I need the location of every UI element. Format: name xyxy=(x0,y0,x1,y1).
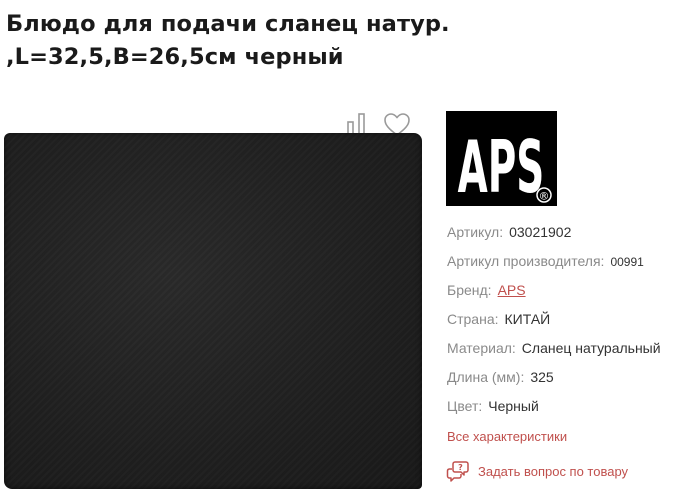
spec-value: Сланец натуральный xyxy=(521,340,661,356)
brand-logo[interactable]: APS ® xyxy=(446,111,557,209)
spec-row-color: Цвет: Черный xyxy=(447,396,691,425)
spec-row-manufacturer-article: Артикул производителя: 00991 xyxy=(447,251,691,280)
all-specs-link[interactable]: Все характеристики xyxy=(447,429,567,444)
spec-row-length: Длина (мм): 325 xyxy=(447,367,691,396)
registered-mark: ® xyxy=(539,190,550,203)
brand-link[interactable]: APS xyxy=(498,282,526,298)
spec-value: 00991 xyxy=(610,255,644,269)
spec-value: Черный xyxy=(488,398,539,414)
spec-label: Длина (мм): xyxy=(447,369,525,385)
spec-label: Артикул производителя: xyxy=(447,253,605,269)
spec-value: 03021902 xyxy=(509,224,572,240)
product-image[interactable] xyxy=(4,133,422,489)
chat-question-icon: ? xyxy=(446,459,470,483)
spec-label: Цвет: xyxy=(447,398,483,414)
product-title: Блюдо для подачи сланец натур. ,L=32,5,B… xyxy=(6,11,450,70)
spec-row-country: Страна: КИТАЙ xyxy=(447,309,691,338)
spec-row-brand: Бренд: APS xyxy=(447,280,691,309)
spec-row-article: Артикул: 03021902 xyxy=(447,222,691,251)
brand-logo-text: APS xyxy=(458,125,545,206)
svg-text:?: ? xyxy=(458,463,463,472)
spec-label: Артикул: xyxy=(447,224,504,240)
spec-label: Страна: xyxy=(447,311,499,327)
ask-question-link[interactable]: ? Задать вопрос по товару xyxy=(446,459,628,483)
spec-value: КИТАЙ xyxy=(504,311,551,327)
specs-list: Артикул: 03021902 Артикул производителя: 0… xyxy=(447,222,691,425)
spec-value: 325 xyxy=(530,369,554,385)
spec-row-material: Материал: Сланец натуральный xyxy=(447,338,691,367)
spec-label: Материал: xyxy=(447,340,516,356)
spec-label: Бренд: xyxy=(447,282,492,298)
ask-question-label: Задать вопрос по товару xyxy=(478,463,629,479)
